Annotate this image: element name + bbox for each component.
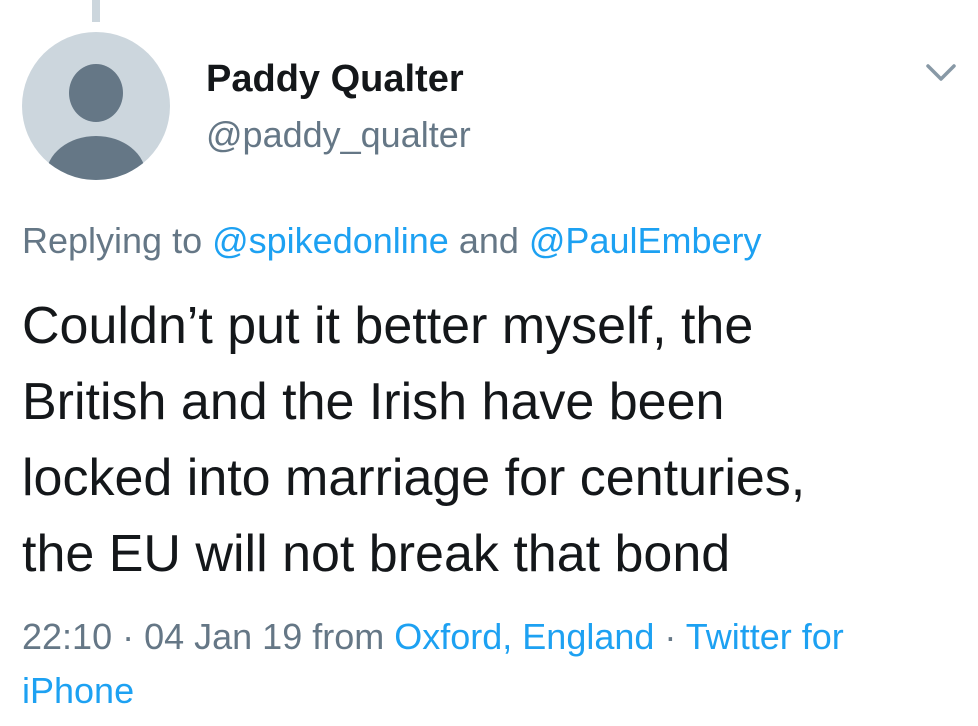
tweet-text-line: locked into marriage for centuries,: [22, 449, 806, 507]
author-display-name[interactable]: Paddy Qualter: [206, 58, 464, 101]
reply-joiner: and: [448, 220, 529, 261]
tweet-meta: 22:10 · 04 Jan 19 from Oxford, England ·…: [22, 610, 942, 718]
author-handle[interactable]: @paddy_qualter: [206, 114, 471, 156]
thread-line: [92, 0, 100, 22]
avatar-body-shape: [46, 136, 146, 180]
meta-separator: ·: [112, 616, 145, 657]
tweet-location-link[interactable]: Oxford, England: [394, 616, 654, 657]
chevron-down-icon[interactable]: [924, 58, 958, 86]
tweet-text-line: British and the Irish have been: [22, 373, 725, 431]
avatar-head-shape: [69, 64, 123, 122]
reply-mention-paulembery[interactable]: @PaulEmbery: [529, 220, 762, 261]
tweet-text-line: the EU will not break that bond: [22, 525, 731, 583]
tweet-time[interactable]: 22:10: [22, 616, 112, 657]
avatar[interactable]: [22, 32, 170, 180]
replying-to-line: Replying to @spikedonline and @PaulEmber…: [22, 220, 762, 262]
tweet-text: Couldn’t put it better myself, the Briti…: [22, 288, 962, 592]
tweet-date[interactable]: 04 Jan 19: [144, 616, 302, 657]
meta-separator: ·: [654, 616, 686, 657]
replying-prefix: Replying to: [22, 220, 213, 261]
reply-mention-spikedonline[interactable]: @spikedonline: [212, 220, 449, 261]
tweet-text-line: Couldn’t put it better myself, the: [22, 297, 754, 355]
from-label: from: [302, 616, 395, 657]
